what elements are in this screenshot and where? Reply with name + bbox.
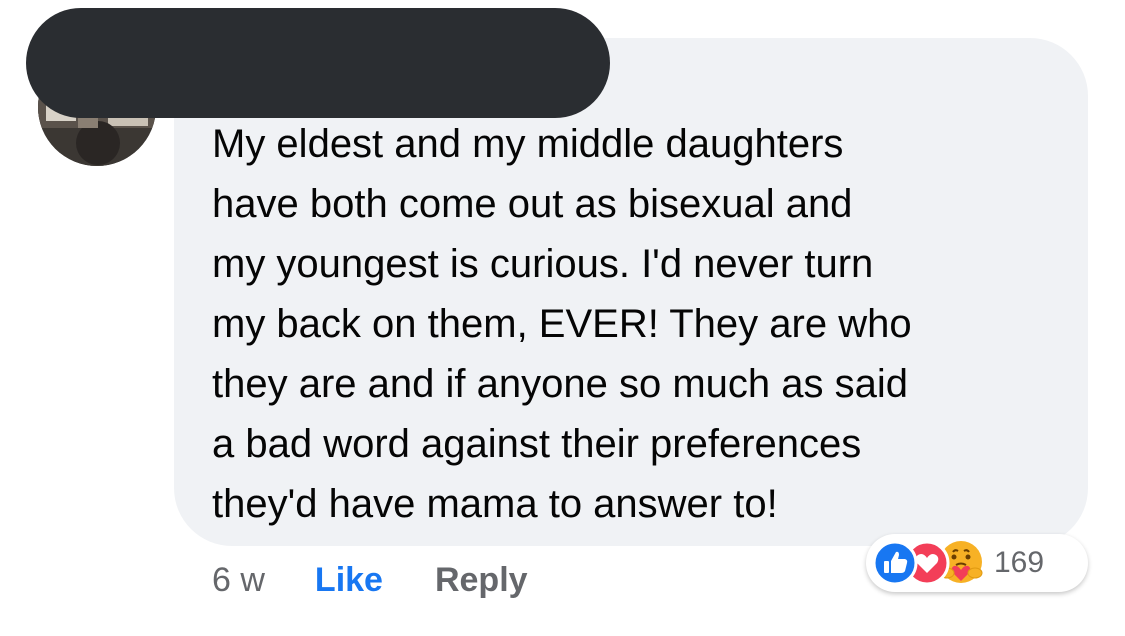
comment-timestamp[interactable]: 6 w (212, 561, 265, 600)
like-button[interactable]: Like (315, 561, 383, 600)
reply-button[interactable]: Reply (435, 561, 528, 600)
like-icon (872, 540, 918, 586)
reaction-summary[interactable]: 169 (866, 534, 1088, 592)
comment-text: My eldest and my middle daughters have b… (212, 122, 912, 526)
comment-actions: 6 w Like Reply (212, 552, 528, 608)
reaction-count: 169 (994, 546, 1045, 579)
redacted-author-name (26, 8, 610, 118)
